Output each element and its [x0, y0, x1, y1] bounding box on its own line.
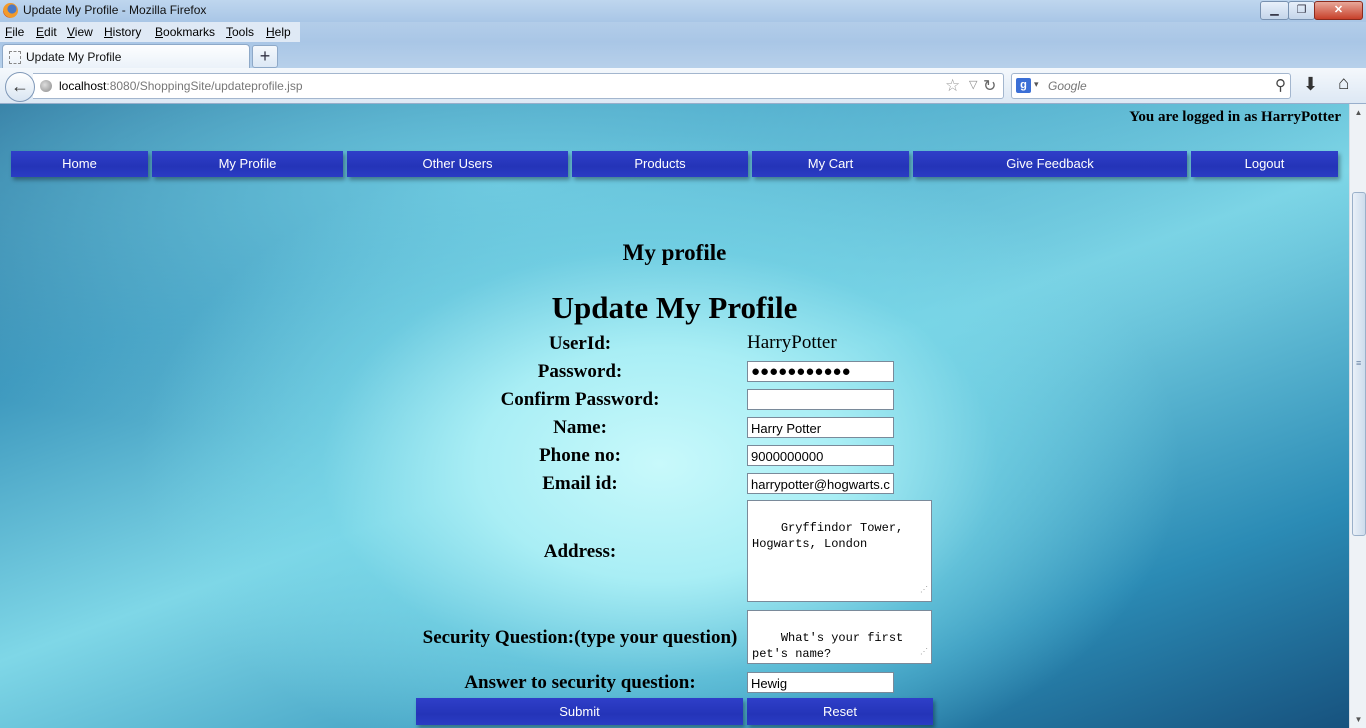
maximize-button[interactable]: ❐ [1288, 1, 1315, 20]
nav-my-profile-button[interactable]: My Profile [152, 151, 343, 177]
menu-help[interactable]: Help [266, 25, 291, 39]
address-textarea[interactable]: Gryffindor Tower, Hogwarts, London ⋰ [747, 500, 932, 602]
search-placeholder: Google [1048, 79, 1087, 93]
page-content: You are logged in as HarryPotter Home My… [0, 104, 1349, 728]
scroll-down-arrow-icon[interactable]: ▼ [1350, 711, 1366, 728]
google-engine-icon[interactable]: g [1016, 78, 1031, 93]
email-field[interactable]: harrypotter@hogwarts.c [747, 473, 894, 494]
url-bar[interactable]: localhost:8080/ShoppingSite/updateprofil… [33, 73, 1004, 99]
resize-grip-icon[interactable]: ⋰ [920, 645, 928, 661]
history-dropdown-icon[interactable]: ▽ [969, 78, 977, 91]
name-label: Name: [553, 417, 607, 438]
confirm-password-field[interactable] [747, 389, 894, 410]
reload-icon[interactable]: ↻ [983, 76, 996, 96]
address-label: Address: [543, 541, 617, 562]
nav-give-feedback-button[interactable]: Give Feedback [913, 151, 1187, 177]
phone-field[interactable]: 9000000000 [747, 445, 894, 466]
reset-button[interactable]: Reset [747, 698, 933, 725]
logged-in-status: You are logged in as HarryPotter [1129, 109, 1341, 125]
vertical-scrollbar[interactable]: ▲ ≡ ▼ [1349, 104, 1366, 728]
form-title: Update My Profile [551, 290, 798, 325]
close-button[interactable]: ✕ [1314, 1, 1363, 20]
tab-title: Update My Profile [26, 50, 122, 64]
nav-home-button[interactable]: Home [11, 151, 148, 177]
window-titlebar: Update My Profile - Mozilla Firefox ▁ ❐ … [0, 0, 1366, 22]
home-icon[interactable]: ⌂ [1338, 73, 1349, 95]
url-text[interactable]: localhost:8080/ShoppingSite/updateprofil… [59, 79, 303, 93]
section-heading: My profile [622, 240, 727, 265]
nav-other-users-button[interactable]: Other Users [347, 151, 568, 177]
security-question-label: Security Question:(type your question) [422, 627, 738, 648]
search-icon[interactable]: ⚲ [1275, 76, 1286, 94]
menu-bookmarks[interactable]: Bookmarks [155, 25, 215, 39]
scrollbar-thumb[interactable]: ≡ [1352, 192, 1366, 536]
scroll-up-arrow-icon[interactable]: ▲ [1350, 104, 1366, 121]
site-identity-globe-icon[interactable] [40, 80, 52, 92]
security-question-textarea[interactable]: What's your first pet's name? ⋰ [747, 610, 932, 664]
security-question-text: What's your first pet's name? [752, 631, 904, 661]
page-favicon-icon [9, 51, 21, 64]
userid-value: HarryPotter [747, 332, 837, 353]
menu-view[interactable]: View [67, 25, 93, 39]
scrollbar-grip-icon: ≡ [1356, 358, 1362, 368]
search-bar[interactable]: g ▾ Google ⚲ [1011, 73, 1291, 99]
window-title: Update My Profile - Mozilla Firefox [23, 3, 207, 17]
nav-products-button[interactable]: Products [572, 151, 748, 177]
nav-logout-button[interactable]: Logout [1191, 151, 1338, 177]
menu-history[interactable]: History [104, 25, 141, 39]
menu-tools[interactable]: Tools [226, 25, 254, 39]
menu-file[interactable]: File [5, 25, 24, 39]
userid-label: UserId: [548, 333, 612, 354]
password-field[interactable]: ●●●●●●●●●●● [747, 361, 894, 382]
tab-update-my-profile[interactable]: Update My Profile [2, 44, 250, 69]
minimize-button[interactable]: ▁ [1260, 1, 1289, 20]
tab-strip: Update My Profile [0, 42, 1366, 69]
submit-button[interactable]: Submit [416, 698, 743, 725]
firefox-logo-icon [3, 3, 18, 18]
new-tab-button[interactable]: + [252, 45, 278, 68]
search-engine-dropdown-icon[interactable]: ▾ [1034, 79, 1039, 90]
address-text: Gryffindor Tower, Hogwarts, London [752, 521, 904, 551]
email-label: Email id: [542, 473, 618, 494]
security-answer-label: Answer to security question: [464, 672, 696, 693]
menubar: File Edit View History Bookmarks Tools H… [0, 22, 300, 42]
phone-label: Phone no: [539, 445, 621, 466]
bookmark-star-icon[interactable]: ☆ [945, 76, 960, 96]
menu-edit[interactable]: Edit [36, 25, 57, 39]
confirm-password-label: Confirm Password: [500, 389, 660, 410]
name-field[interactable]: Harry Potter [747, 417, 894, 438]
navigation-toolbar: localhost:8080/ShoppingSite/updateprofil… [0, 68, 1366, 104]
security-answer-field[interactable]: Hewig [747, 672, 894, 693]
downloads-icon[interactable]: ⬇ [1303, 74, 1318, 95]
nav-my-cart-button[interactable]: My Cart [752, 151, 909, 177]
menubar-background [300, 22, 1366, 42]
resize-grip-icon[interactable]: ⋰ [920, 583, 928, 599]
back-button[interactable]: ← [5, 72, 35, 102]
password-label: Password: [537, 361, 623, 382]
